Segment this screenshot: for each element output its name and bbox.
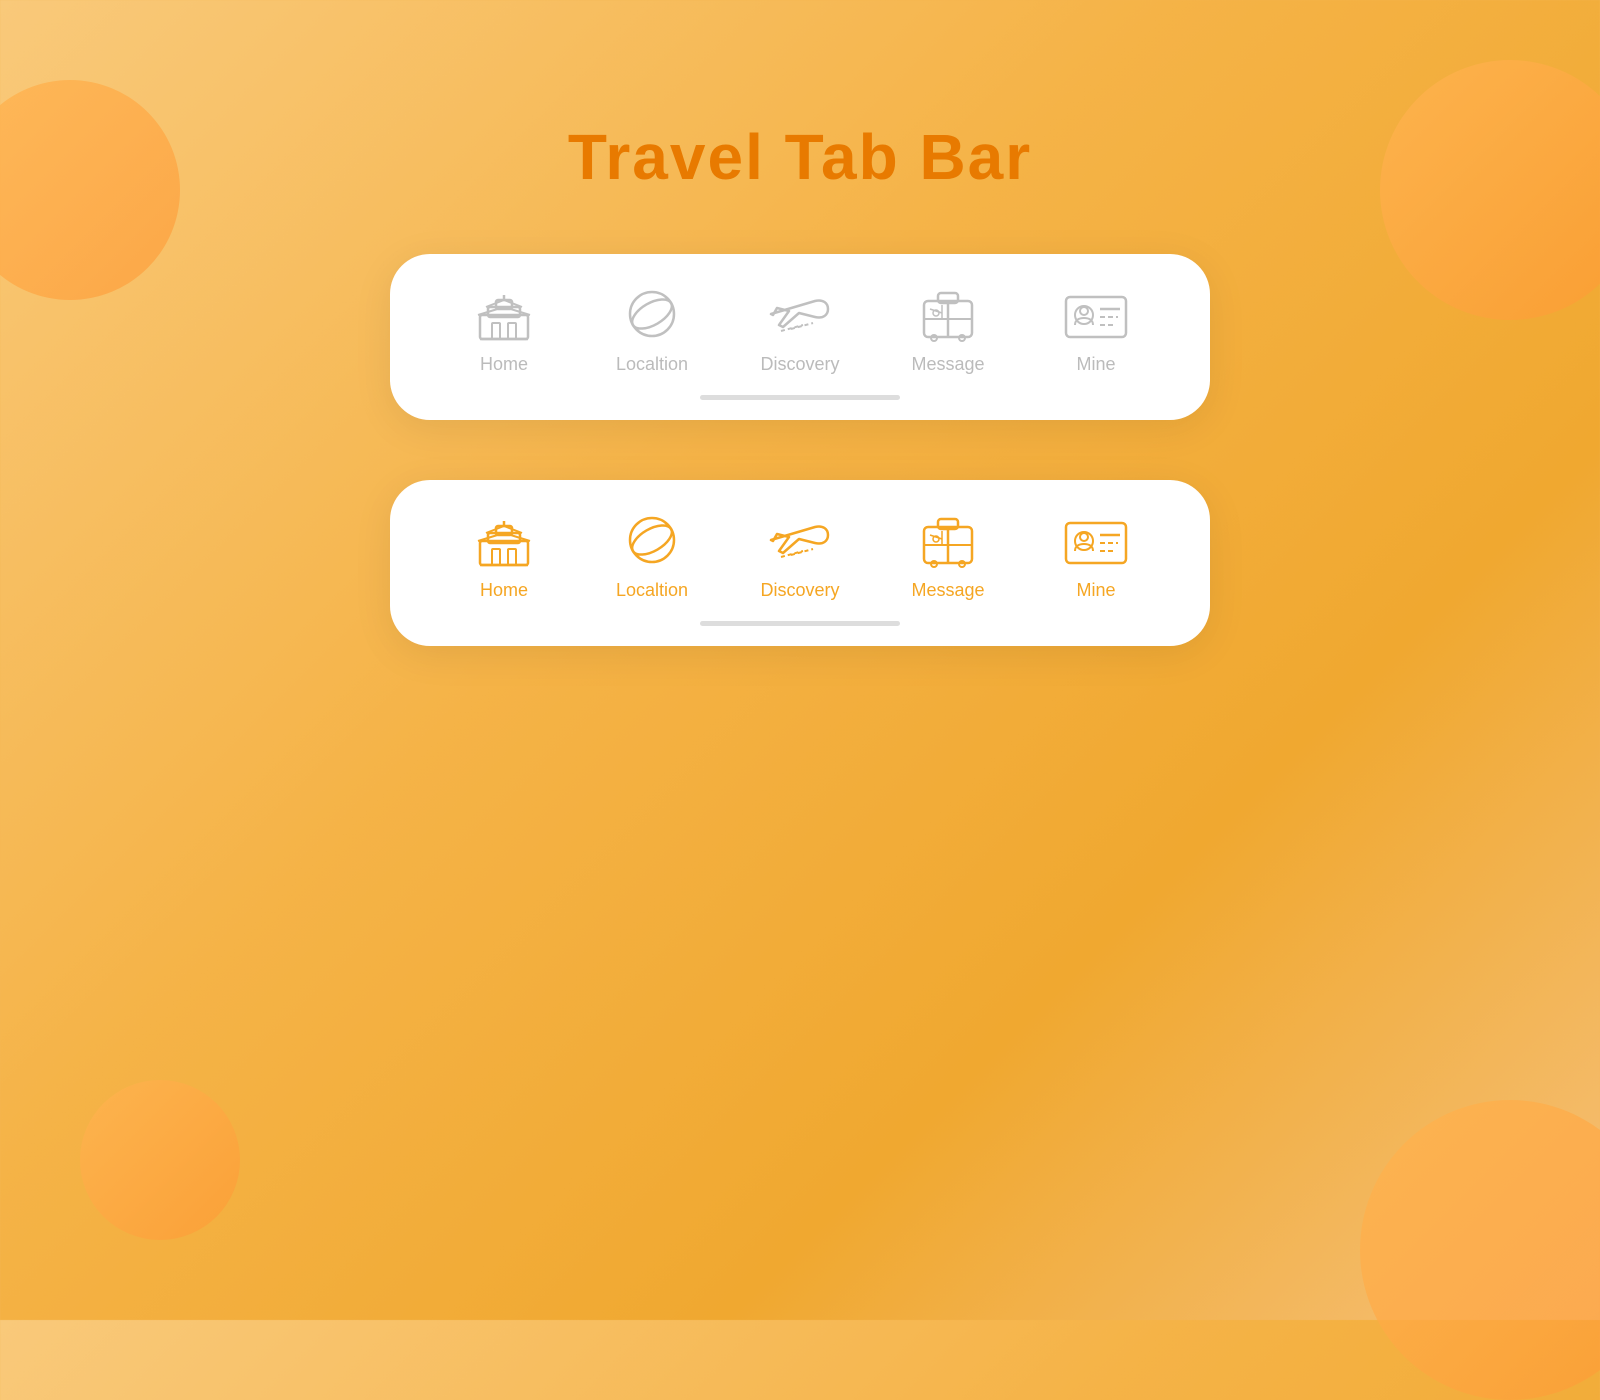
- tab-bar-indicator-inactive: [700, 395, 900, 400]
- tab-discovery-active[interactable]: Discovery: [750, 510, 850, 601]
- tab-bar-indicator-active: [700, 621, 900, 626]
- luggage-icon-active: [913, 510, 983, 570]
- tab-message-label-inactive: Message: [911, 354, 984, 375]
- tab-message-inactive[interactable]: Message: [898, 284, 998, 375]
- tab-location-active[interactable]: Localtion: [602, 510, 702, 601]
- inactive-tab-bar: Home Localtion Discovery: [390, 254, 1210, 420]
- decorative-circle-bottomright: [1360, 1100, 1600, 1400]
- decorative-circle-topleft: [0, 80, 180, 300]
- tab-message-label-active: Message: [911, 580, 984, 601]
- tab-home-label-active: Home: [480, 580, 528, 601]
- id-card-icon: [1061, 284, 1131, 344]
- tab-location-label-inactive: Localtion: [616, 354, 688, 375]
- tab-home-label-inactive: Home: [480, 354, 528, 375]
- tab-message-active[interactable]: Message: [898, 510, 998, 601]
- luggage-icon: [913, 284, 983, 344]
- id-card-icon-active: [1061, 510, 1131, 570]
- tab-discovery-label-inactive: Discovery: [760, 354, 839, 375]
- plane-icon-active: [765, 510, 835, 570]
- tab-location-inactive[interactable]: Localtion: [602, 284, 702, 375]
- decorative-circle-bottomleft: [80, 1080, 240, 1240]
- temple-icon: [469, 284, 539, 344]
- decorative-circle-topright: [1380, 60, 1600, 320]
- tab-mine-active[interactable]: Mine: [1046, 510, 1146, 601]
- tab-mine-label-inactive: Mine: [1076, 354, 1115, 375]
- temple-icon-active: [469, 510, 539, 570]
- active-tab-bar: Home Localtion Discovery: [390, 480, 1210, 646]
- tab-mine-inactive[interactable]: Mine: [1046, 284, 1146, 375]
- tab-home-active[interactable]: Home: [454, 510, 554, 601]
- tab-location-label-active: Localtion: [616, 580, 688, 601]
- tab-discovery-label-active: Discovery: [760, 580, 839, 601]
- plane-icon: [765, 284, 835, 344]
- active-tab-bar-items: Home Localtion Discovery: [430, 510, 1170, 617]
- tab-home-inactive[interactable]: Home: [454, 284, 554, 375]
- planet-icon: [617, 284, 687, 344]
- planet-icon-active: [617, 510, 687, 570]
- tab-mine-label-active: Mine: [1076, 580, 1115, 601]
- tab-discovery-inactive[interactable]: Discovery: [750, 284, 850, 375]
- inactive-tab-bar-items: Home Localtion Discovery: [430, 284, 1170, 391]
- page-title: Travel Tab Bar: [0, 120, 1600, 194]
